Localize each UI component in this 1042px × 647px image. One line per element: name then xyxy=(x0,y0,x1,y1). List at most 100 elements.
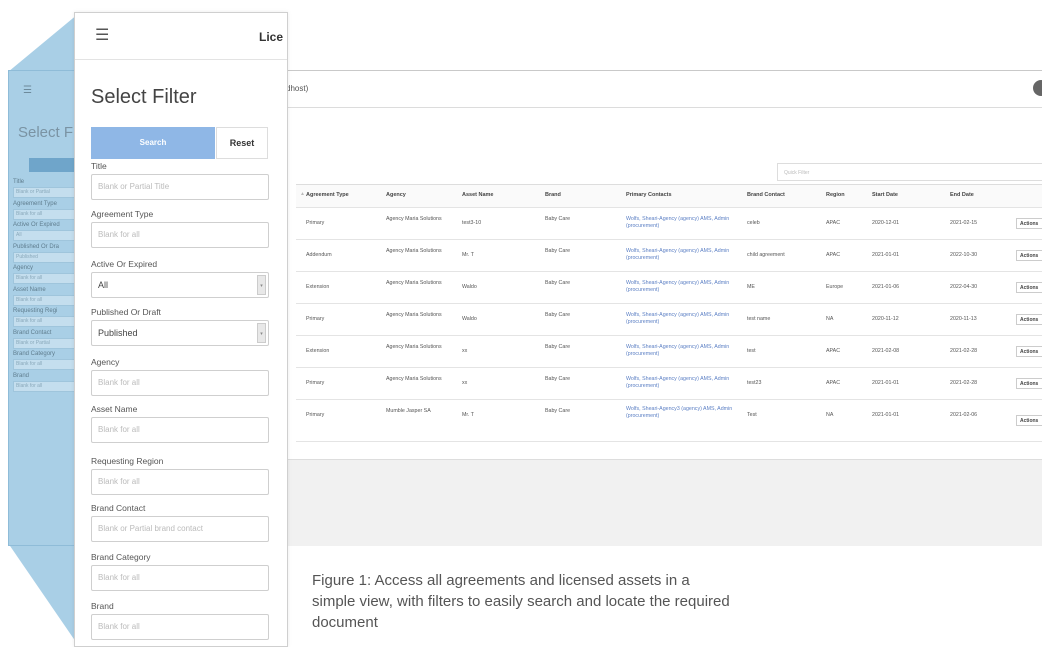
table-row[interactable]: Primary Agency Maria Solutions xx Baby Care… xyxy=(296,368,1042,400)
cell-brand: Baby Care xyxy=(545,312,571,318)
filter-input-brand-category[interactable]: Blank for all xyxy=(91,565,269,591)
column-header-agreement-type[interactable]: Agreement Type xyxy=(306,192,349,199)
cell-brand-contact: Test xyxy=(747,412,757,418)
background-field-label: Requesting Regi xyxy=(13,308,58,314)
filter-input-agreement-type[interactable]: Blank for all xyxy=(91,222,269,248)
cell-brand-contact: test xyxy=(747,348,756,354)
background-field-label: Brand Category xyxy=(13,351,56,357)
filter-select-value: Published xyxy=(98,328,138,338)
background-field-input: Blank or Partial xyxy=(13,187,77,198)
filter-label-brand: Brand xyxy=(91,601,114,611)
hamburger-menu-icon[interactable]: ☰ xyxy=(95,28,109,44)
cell-start: 2021-01-06 xyxy=(872,284,900,290)
agreements-window: dhost) Quick Filter ▲ Agreement Type Age… xyxy=(285,70,1042,546)
table-row[interactable]: Primary Agency Maria Solutions test3-10 Bab… xyxy=(296,208,1042,240)
column-header-brand-contact[interactable]: Brand Contact xyxy=(747,192,785,199)
filter-select-value: All xyxy=(98,280,109,290)
cell-region: APAC xyxy=(826,380,841,386)
filter-label-published-or-draft: Published Or Draft xyxy=(91,307,161,317)
filter-label-requesting-region: Requesting Region xyxy=(91,456,164,466)
cell-type: Addendum xyxy=(306,252,332,258)
cell-end: 2021-02-28 xyxy=(950,348,978,354)
cell-brand: Baby Care xyxy=(545,216,571,222)
filter-title: Select Filter xyxy=(91,86,197,108)
cell-region: APAC xyxy=(826,348,841,354)
background-field-input: Blank for all xyxy=(13,273,77,284)
grid-footer xyxy=(286,459,1042,546)
filter-input-requesting-region[interactable]: Blank for all xyxy=(91,469,269,495)
grid-body: Primary Agency Maria Solutions test3-10 Bab… xyxy=(296,208,1042,442)
cell-contacts[interactable]: Wolfs, Sheari-Agency (agency) AMS, Admin… xyxy=(626,376,736,390)
cell-brand-contact: ME xyxy=(747,284,755,290)
filter-input-asset-name[interactable]: Blank for all xyxy=(91,417,269,443)
filter-input-title[interactable]: Blank or Partial Title xyxy=(91,174,269,200)
background-field-input: Blank or Partial xyxy=(13,337,77,349)
cell-agency: Agency Maria Solutions xyxy=(386,312,442,318)
cell-asset: Waldo xyxy=(462,316,477,322)
cell-region: Europe xyxy=(826,284,844,290)
cell-contacts[interactable]: Wolfs, Sheari-Agency (agency) AMS, Admin… xyxy=(626,280,736,294)
filter-select-active-or-expired[interactable]: All ▾ xyxy=(91,272,269,298)
cell-asset: xx xyxy=(462,380,468,386)
figure-caption: Figure 1: Access all agreements and lice… xyxy=(312,572,730,631)
background-field-label: Title xyxy=(13,179,25,185)
actions-button[interactable]: Actions xyxy=(1016,282,1042,293)
grid-header-row: ▲ Agreement Type Agency Asset Name Brand… xyxy=(296,185,1042,208)
cell-region: APAC xyxy=(826,220,841,226)
quick-filter-input[interactable]: Quick Filter xyxy=(777,163,1042,181)
column-header-asset-name[interactable]: Asset Name xyxy=(462,192,494,199)
filter-input-brand-contact[interactable]: Blank or Partial brand contact xyxy=(91,516,269,542)
cell-brand: Baby Care xyxy=(545,280,571,286)
filter-label-brand-category: Brand Category xyxy=(91,552,151,562)
cell-contacts[interactable]: Wolfs, Sheari-Agency (agency) AMS, Admin… xyxy=(626,216,736,230)
cell-contacts[interactable]: Wolfs, Sheari-Agency (agency) AMS, Admin… xyxy=(626,248,736,262)
table-row[interactable]: Extension Agency Maria Solutions xx Baby Ca… xyxy=(296,336,1042,368)
background-field-input: All xyxy=(13,230,77,241)
column-header-brand[interactable]: Brand xyxy=(545,192,561,199)
column-header-primary-contacts[interactable]: Primary Contacts xyxy=(626,192,672,199)
actions-button[interactable]: Actions xyxy=(1016,250,1042,261)
dropdown-arrow-icon[interactable]: ▾ xyxy=(257,275,266,295)
column-header-agency[interactable]: Agency xyxy=(386,192,406,199)
actions-button[interactable]: Actions xyxy=(1016,314,1042,325)
filter-label-title: Title xyxy=(91,161,107,171)
column-header-region[interactable]: Region xyxy=(826,192,845,199)
cell-start: 2020-12-01 xyxy=(872,220,900,226)
reset-button[interactable]: Reset xyxy=(216,127,268,159)
table-row[interactable]: Addendum Agency Maria Solutions Mr. T Baby … xyxy=(296,240,1042,272)
cell-agency: Agency Maria Solutions xyxy=(386,344,442,350)
actions-button[interactable]: Actions xyxy=(1016,378,1042,389)
cell-brand-contact: test23 xyxy=(747,380,762,386)
cell-agency: Mumble Jasper SA xyxy=(386,408,431,414)
table-row[interactable]: Primary Agency Maria Solutions Waldo Baby C… xyxy=(296,304,1042,336)
actions-button[interactable]: Actions xyxy=(1016,346,1042,357)
filter-select-published-or-draft[interactable]: Published ▾ xyxy=(91,320,269,346)
cell-asset: test3-10 xyxy=(462,220,482,226)
cell-contacts[interactable]: Wolfs, Sheari-Agency (agency) AMS, Admin… xyxy=(626,312,736,326)
search-button[interactable]: Search xyxy=(91,127,215,159)
table-row[interactable]: Primary Mumble Jasper SA Mr. T Baby Care Wol… xyxy=(296,400,1042,442)
cell-agency: Agency Maria Solutions xyxy=(386,280,442,286)
cell-asset: Mr. T xyxy=(462,412,474,418)
actions-button[interactable]: Actions xyxy=(1016,415,1042,426)
avatar[interactable] xyxy=(1033,80,1042,96)
table-row[interactable]: Extension Agency Maria Solutions Waldo Baby… xyxy=(296,272,1042,304)
background-field-input: Blank for all xyxy=(13,380,77,392)
cell-contacts[interactable]: Wolfs, Sheari-Agency (agency) AMS, Admin… xyxy=(626,344,736,358)
filter-input-brand[interactable]: Blank for all xyxy=(91,614,269,640)
agreements-grid: ▲ Agreement Type Agency Asset Name Brand… xyxy=(296,184,1042,442)
cell-region: NA xyxy=(826,316,834,322)
dropdown-arrow-icon[interactable]: ▾ xyxy=(257,323,266,343)
background-field-input: Blank for all xyxy=(13,294,77,306)
actions-button[interactable]: Actions xyxy=(1016,218,1042,229)
sort-asc-icon[interactable]: ▲ xyxy=(300,191,305,197)
app-brand-title: Lice xyxy=(259,30,284,44)
cell-start: 2021-01-01 xyxy=(872,380,900,386)
connector-top-shape xyxy=(8,14,78,72)
column-header-start-date[interactable]: Start Date xyxy=(872,192,898,199)
filter-input-agency[interactable]: Blank for all xyxy=(91,370,269,396)
cell-contacts[interactable]: Wolfs, Sheari-Agency3 (agency) AMS, Admi… xyxy=(626,406,736,420)
cell-end: 2021-02-06 xyxy=(950,412,978,418)
cell-end: 2021-02-15 xyxy=(950,220,978,226)
column-header-end-date[interactable]: End Date xyxy=(950,192,974,199)
